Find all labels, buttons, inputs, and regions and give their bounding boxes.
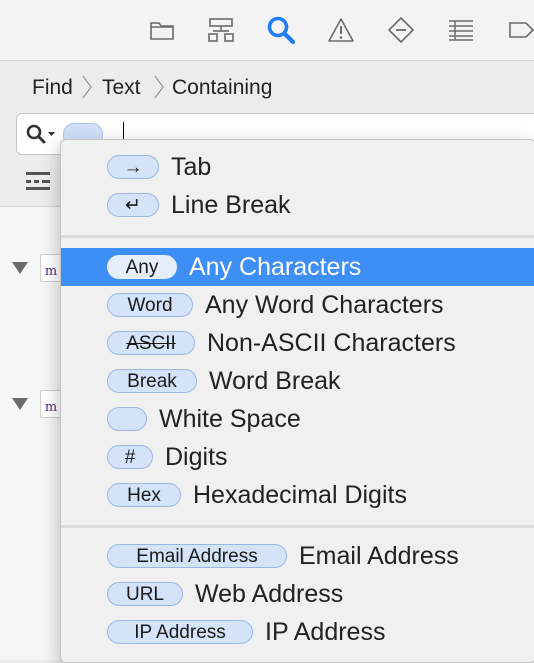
breadcrumb-item-find[interactable]: Find — [32, 76, 73, 100]
menu-item-hexadecimal-digits[interactable]: Hex Hexadecimal Digits — [61, 476, 534, 514]
disclosure-triangle-icon[interactable] — [12, 262, 28, 274]
white-space-pattern-token — [107, 407, 147, 431]
word-pattern-token: Word — [107, 293, 193, 317]
hex-pattern-token: Hex — [107, 483, 181, 507]
breadcrumb: Find Text Containing — [0, 61, 534, 113]
line-break-pattern-token: ↵ — [107, 193, 159, 217]
disclosure-triangle-icon[interactable] — [12, 398, 28, 410]
menu-item-web-address[interactable]: URL Web Address — [61, 575, 534, 613]
menu-item-label: Tab — [171, 152, 212, 181]
menu-item-any-word-characters[interactable]: Word Any Word Characters — [61, 286, 534, 324]
list-icon[interactable] — [446, 14, 476, 46]
email-pattern-token: Email Address — [107, 544, 287, 568]
menu-item-white-space[interactable]: White Space — [61, 400, 534, 438]
breadcrumb-chevron-icon — [80, 74, 94, 106]
menu-item-email-address[interactable]: Email Address Email Address — [61, 537, 534, 575]
break-pattern-token: Break — [107, 369, 197, 393]
options-bars-icon[interactable] — [26, 172, 52, 197]
menu-item-any-characters[interactable]: Any Any Characters — [61, 248, 534, 286]
menu-item-label: Line Break — [171, 190, 291, 219]
insert-pattern-menu: → Tab ↵ Line Break Any Any Characters Wo… — [60, 139, 534, 663]
breadcrumb-item-containing[interactable]: Containing — [172, 76, 272, 100]
tab-pattern-token: → — [107, 155, 159, 179]
menu-item-label: Any Characters — [189, 252, 362, 281]
warning-icon[interactable] — [326, 14, 356, 46]
menu-item-label: Non-ASCII Characters — [207, 328, 456, 357]
non-ascii-token-text: ASCII — [126, 332, 176, 354]
menu-item-non-ascii-characters[interactable]: ASCII Non-ASCII Characters — [61, 324, 534, 362]
search-icon[interactable] — [266, 14, 296, 46]
tag-icon[interactable] — [506, 14, 534, 46]
navigator-toolbar — [0, 0, 534, 61]
menu-item-ip-address[interactable]: IP Address IP Address — [61, 613, 534, 651]
menu-item-label: IP Address — [265, 617, 386, 646]
folder-icon[interactable] — [147, 14, 177, 46]
magnifier-dropdown-icon[interactable] — [25, 122, 57, 151]
menu-item-tab[interactable]: → Tab — [61, 148, 534, 186]
menu-item-label: Digits — [165, 442, 228, 471]
url-pattern-token: URL — [107, 582, 183, 606]
breadcrumb-item-text[interactable]: Text — [102, 76, 141, 100]
source-file-icon: m — [40, 390, 62, 418]
menu-separator — [61, 525, 534, 528]
digits-pattern-token: # — [107, 445, 153, 469]
breadcrumb-chevron-icon — [152, 74, 166, 106]
menu-item-label: Web Address — [195, 579, 344, 608]
non-ascii-pattern-token: ASCII — [107, 331, 195, 355]
menu-item-label: Hexadecimal Digits — [193, 480, 407, 509]
ip-pattern-token: IP Address — [107, 620, 253, 644]
menu-item-digits[interactable]: # Digits — [61, 438, 534, 476]
source-file-icon: m — [40, 254, 62, 282]
breakpoint-diamond-icon[interactable] — [386, 14, 416, 46]
menu-item-label: White Space — [159, 404, 301, 433]
menu-item-label: Any Word Characters — [205, 290, 444, 319]
any-pattern-token: Any — [107, 255, 177, 279]
menu-separator — [61, 235, 534, 238]
menu-item-label: Word Break — [209, 366, 341, 395]
menu-item-line-break[interactable]: ↵ Line Break — [61, 186, 534, 224]
menu-item-word-break[interactable]: Break Word Break — [61, 362, 534, 400]
hierarchy-icon[interactable] — [206, 14, 236, 46]
menu-item-label: Email Address — [299, 541, 459, 570]
